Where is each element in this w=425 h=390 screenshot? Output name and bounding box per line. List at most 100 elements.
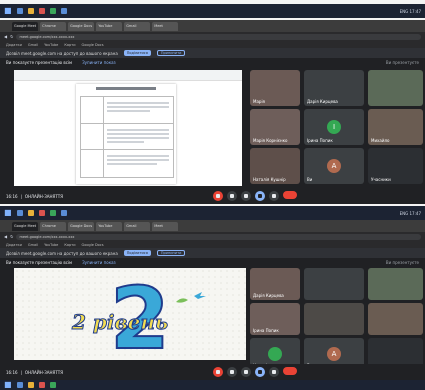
- browser-tab[interactable]: YouTube: [96, 221, 123, 231]
- system-tray-clock[interactable]: ENG 17:47: [400, 9, 421, 14]
- app-icon[interactable]: [49, 8, 56, 14]
- windows-start-icon[interactable]: ■: [4, 381, 12, 389]
- participant-name: Наталія Кушнір: [253, 177, 286, 182]
- folder-icon[interactable]: [27, 210, 34, 216]
- reload-icon[interactable]: ↻: [10, 34, 13, 39]
- present-button[interactable]: [255, 191, 265, 201]
- hang-up-button[interactable]: [283, 191, 297, 199]
- bookmark-item[interactable]: Додатки: [6, 243, 22, 247]
- participant-tile[interactable]: Дарія Кирцева: [304, 70, 364, 106]
- app-icon[interactable]: [49, 210, 56, 216]
- participant-tile[interactable]: [304, 303, 364, 335]
- meeting-name: ОНЛАЙН-ЗАНЯТТЯ: [24, 193, 63, 199]
- app-icon[interactable]: [60, 210, 67, 216]
- participant-name: Дарія Кирцева: [253, 293, 284, 298]
- share-button[interactable]: Поділитися: [123, 50, 151, 56]
- windows-start-icon[interactable]: ■: [4, 7, 12, 15]
- participant-name: Ви: [307, 177, 313, 182]
- hang-up-button[interactable]: [283, 367, 297, 375]
- bookmark-item[interactable]: YouTube: [44, 43, 58, 47]
- participant-tile[interactable]: Учасники: [368, 148, 423, 184]
- bookmark-item[interactable]: Gmail: [28, 243, 38, 247]
- participant-tile[interactable]: І Ірина Попик: [304, 109, 364, 145]
- meeting-separator: |: [20, 193, 22, 199]
- camera-button[interactable]: [227, 191, 237, 201]
- system-tray-clock[interactable]: ENG 17:47: [400, 211, 421, 216]
- browser-tab[interactable]: YouTube: [96, 21, 123, 31]
- screen-share-banner: Дозвіл meet.google.com на доступ до вашо…: [0, 48, 425, 58]
- mic-off-button[interactable]: [213, 367, 223, 377]
- browser-tab[interactable]: Google Meet: [12, 221, 39, 231]
- share-button[interactable]: Поділитися: [123, 250, 151, 256]
- participant-tile[interactable]: [368, 303, 423, 335]
- browser-tab[interactable]: Gmail: [124, 21, 151, 31]
- browser-tab[interactable]: Meet: [152, 21, 179, 31]
- windows-taskbar-middle: ■ ENG 17:47: [0, 206, 425, 220]
- url-input[interactable]: meet.google.com/xxx-xxxx-xxx: [16, 233, 421, 240]
- browser-tab[interactable]: Google Docs: [68, 21, 95, 31]
- stop-presenting-button[interactable]: Зупинити показ: [82, 260, 116, 265]
- back-icon[interactable]: ◀: [4, 234, 7, 239]
- bookmark-item[interactable]: Google Docs: [82, 243, 104, 247]
- bookmark-item[interactable]: Gmail: [28, 43, 38, 47]
- bookmark-item[interactable]: Карти: [64, 43, 75, 47]
- stop-presenting-button[interactable]: Зупинити показ: [82, 60, 116, 65]
- browser-tab[interactable]: Gmail: [124, 221, 151, 231]
- participant-tile[interactable]: Дарія Кирцева: [250, 268, 300, 300]
- search-icon[interactable]: [16, 8, 23, 14]
- participant-tile[interactable]: [304, 268, 364, 300]
- doc-table: [80, 96, 174, 178]
- avatar: І: [327, 120, 341, 134]
- app-icon[interactable]: [49, 382, 56, 388]
- bookmarks-bar: Додатки Gmail YouTube Карти Google Docs: [0, 41, 425, 48]
- captions-icon: [244, 370, 248, 374]
- folder-icon[interactable]: [27, 382, 34, 388]
- meeting-time: 16:16: [6, 193, 18, 199]
- participant-tile[interactable]: Марія: [250, 70, 300, 106]
- participant-name: Ірина Попик: [253, 328, 279, 333]
- url-input[interactable]: meet.google.com/xxx-xxxx-xxx: [16, 33, 421, 40]
- browser-tab[interactable]: Chrome: [40, 21, 67, 31]
- browser-tab[interactable]: Google Meet: [12, 21, 39, 31]
- chrome-icon[interactable]: [38, 210, 45, 216]
- browser-tab[interactable]: Chrome: [40, 221, 67, 231]
- folder-icon[interactable]: [27, 8, 34, 14]
- bookmark-item[interactable]: Додатки: [6, 43, 22, 47]
- more-options-button[interactable]: [269, 191, 279, 201]
- participant-tile[interactable]: [368, 70, 423, 106]
- participant-tile[interactable]: A Ви: [304, 148, 364, 184]
- participant-name: Михайло: [371, 138, 390, 143]
- participant-tile[interactable]: Наталія Кушнір: [250, 148, 300, 184]
- bookmark-item[interactable]: YouTube: [44, 243, 58, 247]
- captions-button[interactable]: [241, 367, 251, 377]
- chrome-icon[interactable]: [38, 8, 45, 14]
- participant-tile[interactable]: Ірина Попик: [250, 303, 300, 335]
- more-options-button[interactable]: [269, 367, 279, 377]
- back-icon[interactable]: ◀: [4, 34, 7, 39]
- search-icon[interactable]: [16, 382, 23, 388]
- mic-off-button[interactable]: [213, 191, 223, 201]
- meet-window-bottom: Google Meet Chrome Google Docs YouTube G…: [0, 220, 425, 380]
- stop-share-button[interactable]: Припинити: [156, 50, 186, 56]
- search-icon[interactable]: [16, 210, 23, 216]
- bookmark-item[interactable]: Google Docs: [82, 43, 104, 47]
- participant-name: Марія: [253, 99, 265, 104]
- participant-tile[interactable]: [368, 268, 423, 300]
- browser-tab[interactable]: Meet: [152, 221, 179, 231]
- present-button[interactable]: [255, 367, 265, 377]
- browser-tab[interactable]: Google Docs: [68, 221, 95, 231]
- reload-icon[interactable]: ↻: [10, 234, 13, 239]
- doc-toolbar: [14, 70, 242, 81]
- chrome-icon[interactable]: [38, 382, 45, 388]
- stop-share-button[interactable]: Припинити: [156, 250, 186, 256]
- windows-taskbar-bottom: ■: [0, 380, 425, 390]
- share-banner-text: Дозвіл meet.google.com на доступ до вашо…: [6, 50, 118, 56]
- windows-start-icon[interactable]: ■: [4, 209, 12, 217]
- camera-button[interactable]: [227, 367, 237, 377]
- app-icon[interactable]: [60, 8, 67, 14]
- bookmark-item[interactable]: Карти: [64, 243, 75, 247]
- more-icon: [272, 194, 276, 198]
- participant-tile[interactable]: Михайло: [368, 109, 423, 145]
- participant-tile[interactable]: Марія Корнієнко: [250, 109, 300, 145]
- captions-button[interactable]: [241, 191, 251, 201]
